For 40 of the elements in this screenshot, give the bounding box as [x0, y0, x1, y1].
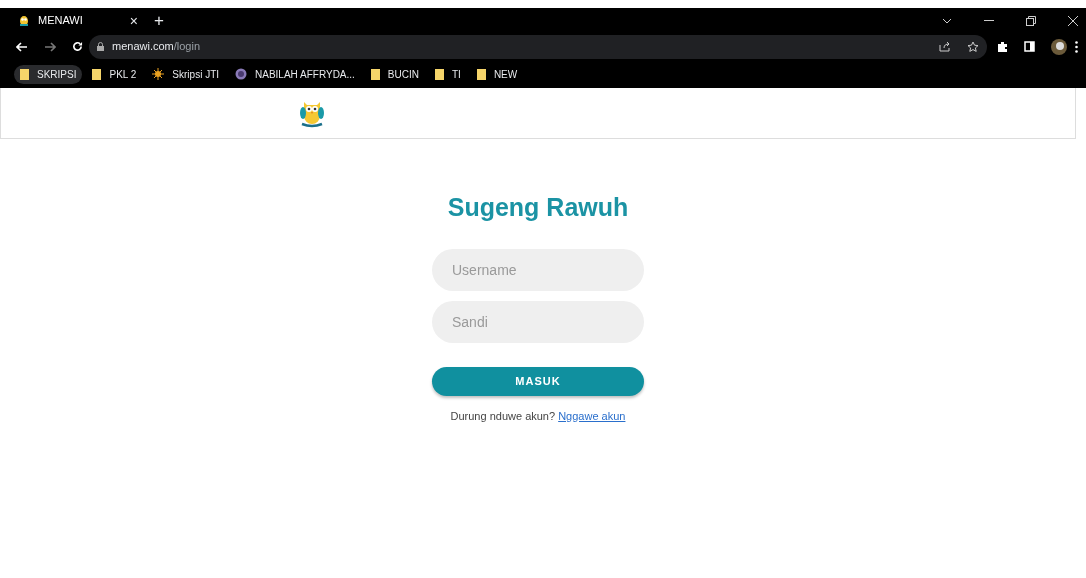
- sun-icon: [152, 68, 165, 80]
- profile-avatar-icon[interactable]: [1051, 38, 1067, 55]
- close-tab-button[interactable]: ×: [129, 13, 138, 28]
- puzzle-icon[interactable]: [997, 41, 1008, 52]
- menu-icon[interactable]: [1075, 40, 1078, 53]
- input-field[interactable]: Username: [432, 248, 644, 291]
- forward-arrow-icon[interactable]: [44, 41, 56, 52]
- folder-icon: [435, 68, 444, 80]
- browser-tab[interactable]: MENAWI ×: [18, 12, 138, 29]
- bookmark-item[interactable]: Skripsi JTI: [146, 64, 225, 84]
- reload-icon[interactable]: [72, 41, 83, 52]
- minimize-icon[interactable]: [984, 19, 994, 22]
- bookmark-item[interactable]: PKL 2: [86, 64, 143, 84]
- share-icon[interactable]: [939, 41, 951, 52]
- lock-icon: [97, 42, 104, 51]
- bookmark-item[interactable]: TI: [429, 64, 467, 84]
- side-panel-icon[interactable]: [1024, 41, 1035, 52]
- bookmark-item[interactable]: SKRIPSI: [14, 64, 83, 84]
- chevron-down-icon[interactable]: [942, 17, 952, 24]
- url-text: menawi.com/login: [112, 39, 201, 55]
- bookmark-item[interactable]: BUCIN: [364, 64, 425, 84]
- restore-icon[interactable]: [1026, 15, 1036, 26]
- page-title: Sugeng Rawuh: [447, 192, 629, 223]
- folder-icon: [476, 68, 486, 80]
- folder-icon: [370, 68, 380, 80]
- signup-link[interactable]: Nggawe akun: [558, 409, 626, 422]
- seal-icon: [235, 68, 247, 80]
- back-arrow-icon[interactable]: [16, 41, 28, 52]
- address-bar[interactable]: menawi.com/login: [89, 34, 987, 59]
- tab-title: MENAWI: [38, 13, 84, 29]
- bookmark-item[interactable]: NABILAH AFFRYDA...: [229, 64, 361, 84]
- folder-icon: [20, 68, 29, 80]
- login-button[interactable]: MASUK: [432, 366, 644, 396]
- folder-icon: [92, 68, 102, 80]
- input-field[interactable]: Sandi: [432, 300, 644, 343]
- bookmark-item[interactable]: NEW: [470, 64, 524, 84]
- star-icon[interactable]: [967, 40, 979, 53]
- signup-prompt: Durung nduwe akun? Nggawe akun: [450, 408, 626, 424]
- new-tab-button[interactable]: +: [154, 12, 164, 29]
- close-icon[interactable]: [1068, 15, 1078, 26]
